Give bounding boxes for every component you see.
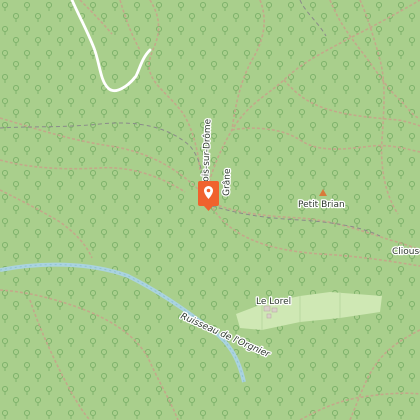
- hamlet-label[interactable]: Le Lorel: [255, 296, 293, 309]
- forest-tree-pattern: [0, 0, 420, 420]
- place-label-edge[interactable]: Cliousc: [391, 246, 420, 259]
- pin-glyph-dot: [206, 188, 211, 193]
- map-canvas[interactable]: Bois-sur-Drôme Grâne Petit Brian Le Lore…: [0, 0, 420, 420]
- road-label-grane: Grâne: [222, 168, 233, 196]
- map-view[interactable]: Bois-sur-Drôme Grâne Petit Brian Le Lore…: [0, 0, 420, 420]
- peak-label[interactable]: Petit Brian: [297, 199, 346, 212]
